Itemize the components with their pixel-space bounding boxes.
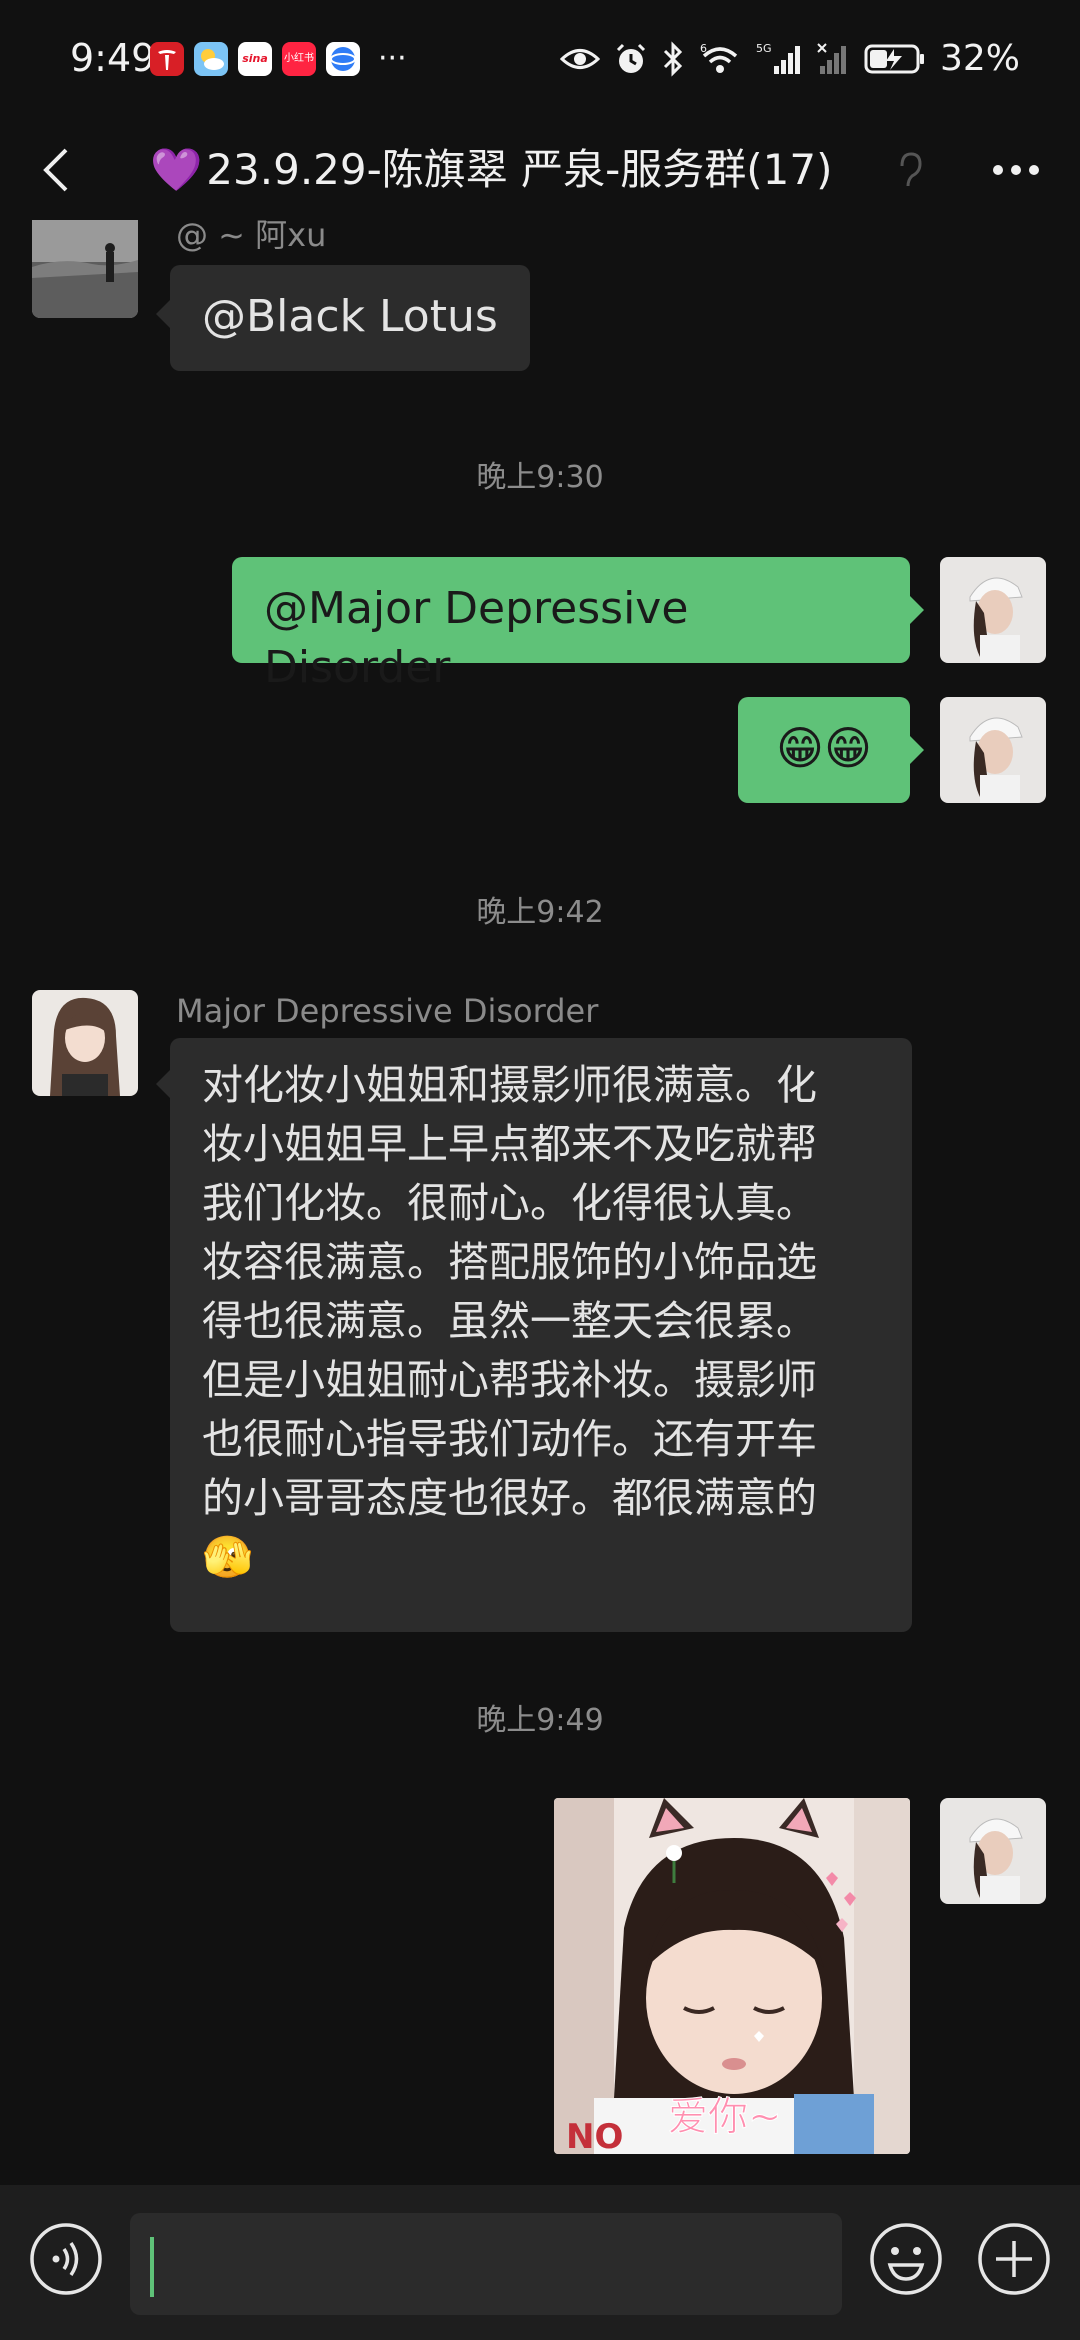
more-notifications-icon: ··· xyxy=(378,41,407,76)
input-bar xyxy=(0,2185,1080,2340)
peek-emoji: 🫣 xyxy=(202,1533,254,1581)
status-bar: 9:49 sina 小红书 ··· 6 5G 32% xyxy=(0,0,1080,120)
bubble-tail xyxy=(910,736,924,764)
sticker-image[interactable]: NO 爱你~ xyxy=(554,1798,910,2154)
message-text: @Major Depressive Disorder xyxy=(264,583,689,693)
battery-icon xyxy=(864,44,924,73)
timestamp: 晚上9:49 xyxy=(476,1703,604,1738)
message-line: 对化妆小姐姐和摄影师很满意。化 xyxy=(202,1061,817,1109)
chat-screen: 9:49 sina 小红书 ··· 6 5G 32% 💜23.9.29-陈旗翠 … xyxy=(0,0,1080,2340)
message-text: 😁😁 xyxy=(776,721,872,775)
message-bubble[interactable]: @Major Depressive Disorder xyxy=(232,557,910,693)
purple-heart-icon: 💜 xyxy=(150,145,203,194)
earpiece-mode-icon xyxy=(900,152,922,187)
sender-name: @ ~ 阿xu xyxy=(176,220,327,254)
text-cursor xyxy=(150,2237,154,2297)
message-line: 妆容很满意。搭配服饰的小饰品选 xyxy=(202,1238,817,1286)
sina-icon: sina xyxy=(238,42,272,76)
message-bubble[interactable]: @Black Lotus xyxy=(170,265,530,371)
svg-text:NO: NO xyxy=(566,2117,623,2154)
svg-text:5G: 5G xyxy=(756,42,772,55)
bubble-tail xyxy=(910,596,924,624)
self-avatar[interactable] xyxy=(940,557,1046,663)
chevron-left-icon xyxy=(43,148,68,192)
status-indicators: 6 5G 32% xyxy=(559,38,1020,79)
message-list[interactable]: @ ~ 阿xu @Black Lotus 晚上9:30 @Major Depre… xyxy=(0,220,1080,2185)
sender-name: Major Depressive Disorder xyxy=(176,992,599,1030)
avatar[interactable] xyxy=(32,990,138,1096)
tesla-icon xyxy=(150,42,184,76)
plus-circle-icon xyxy=(978,2223,1050,2295)
message-bubble[interactable]: 对化妆小姐姐和摄影师很满意。化 妆小姐姐早上早点都来不及吃就帮 我们化妆。很耐心… xyxy=(170,1038,912,1632)
wifi-icon: 6 xyxy=(700,42,738,73)
back-button[interactable] xyxy=(32,142,88,198)
more-dots-icon xyxy=(993,165,1039,175)
title-bar: 💜23.9.29-陈旗翠 严泉-服务群(17) xyxy=(0,120,1080,220)
voice-input-button[interactable] xyxy=(28,2221,104,2297)
svg-text:6: 6 xyxy=(700,42,707,55)
self-avatar[interactable] xyxy=(940,697,1046,803)
bubble-tail xyxy=(156,1070,170,1098)
message-line: 也很耐心指导我们动作。还有开车 xyxy=(202,1415,817,1463)
weather-icon xyxy=(194,42,228,76)
timestamp: 晚上9:30 xyxy=(476,460,604,495)
bubble-tail xyxy=(156,300,170,328)
signal-5g-icon: 5G xyxy=(756,42,800,74)
battery-percent: 32% xyxy=(939,38,1020,79)
more-actions-button[interactable] xyxy=(976,2221,1052,2297)
message-line: 得也很满意。虽然一整天会很累。 xyxy=(202,1297,817,1345)
self-avatar[interactable] xyxy=(940,1798,1046,1904)
signal-nosim-icon xyxy=(817,42,846,74)
browser-icon xyxy=(326,42,360,76)
sticker-caption: 爱你~ xyxy=(668,2094,782,2140)
more-options-button[interactable] xyxy=(986,142,1046,198)
timestamp: 晚上9:42 xyxy=(476,895,604,930)
smiley-icon xyxy=(870,2223,942,2295)
eye-icon xyxy=(559,48,600,69)
alarm-icon xyxy=(616,43,646,73)
xiaohongshu-icon: 小红书 xyxy=(282,42,316,76)
message-line: 我们化妆。很耐心。化得很认真。 xyxy=(202,1179,817,1227)
message-line: 的小哥哥态度也很好。都很满意的 xyxy=(202,1474,817,1522)
message-bubble[interactable]: 😁😁 xyxy=(738,697,910,803)
bluetooth-icon xyxy=(663,40,683,77)
emoji-button[interactable] xyxy=(868,2221,944,2297)
avatar[interactable] xyxy=(32,220,138,318)
notification-icons: sina 小红书 ··· xyxy=(150,42,407,76)
message-input[interactable] xyxy=(130,2213,842,2315)
message-text: @Black Lotus xyxy=(202,291,498,342)
status-time: 9:49 xyxy=(70,36,156,80)
chat-title: 💜23.9.29-陈旗翠 严泉-服务群(17) xyxy=(150,136,890,197)
message-line: 妆小姐姐早上早点都来不及吃就帮 xyxy=(202,1120,817,1168)
chat-title-text: 23.9.29-陈旗翠 严泉-服务群(17) xyxy=(206,145,833,194)
voice-icon xyxy=(30,2223,102,2295)
message-line: 但是小姐姐耐心帮我补妆。摄影师 xyxy=(202,1356,817,1404)
